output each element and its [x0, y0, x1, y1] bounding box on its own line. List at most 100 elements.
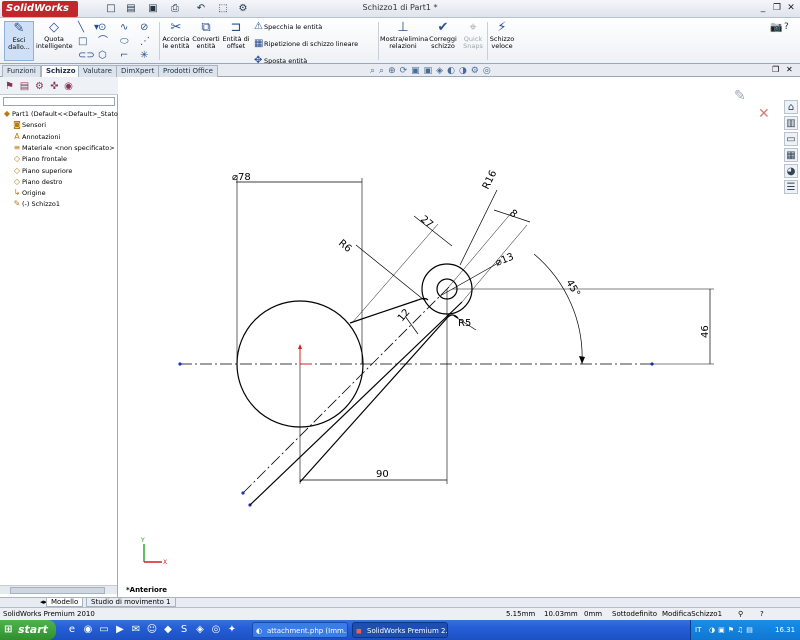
ellipse-icon[interactable]: ⬭: [120, 36, 129, 47]
exit-sketch-button[interactable]: ✎ Esci dallo...: [4, 21, 34, 61]
skype-icon[interactable]: S: [178, 624, 190, 636]
folder-icon[interactable]: ▭: [98, 624, 110, 636]
help-icon[interactable]: ?: [784, 22, 789, 32]
rapid-sketch-icon: ⚡: [497, 20, 507, 35]
smart-dimension-button[interactable]: ◇ Quota intelligente: [36, 21, 73, 50]
app3-icon[interactable]: ✦: [226, 624, 238, 636]
dimxpert-icon[interactable]: ✜: [48, 80, 61, 93]
status-rebuild-icon[interactable]: ⚲: [738, 608, 743, 620]
property-manager-icon[interactable]: ▤: [18, 80, 31, 93]
circle-icon[interactable]: ⊙: [98, 22, 106, 33]
point-dash-icon[interactable]: ⋰: [140, 36, 150, 47]
view-palette-icon[interactable]: ▦: [784, 148, 798, 162]
tab-dimxpert[interactable]: DimXpert: [116, 65, 160, 77]
status-help-icon[interactable]: ?: [760, 608, 764, 620]
close-ribbon-icon[interactable]: ✕: [786, 65, 793, 74]
linear-pattern-button[interactable]: ▦Ripetizione di schizzo lineare: [254, 38, 374, 49]
tray-icons[interactable]: ◑▣⚑♫▤: [709, 620, 756, 640]
app-icon[interactable]: ◈: [194, 624, 206, 636]
clock[interactable]: 16.31: [775, 620, 795, 640]
tree-item[interactable]: ≡ Materiale <non specificato>: [12, 142, 115, 153]
offset-entities-button[interactable]: ⊐ Entità di offset: [222, 21, 250, 50]
spline-icon[interactable]: ∿: [120, 22, 128, 33]
file-explorer-icon[interactable]: ▭: [784, 132, 798, 146]
appearances-icon[interactable]: ◕: [784, 164, 798, 178]
firefox-icon[interactable]: ◉: [82, 624, 94, 636]
tree-item[interactable]: ◙Sensori: [12, 119, 46, 130]
rapid-sketch-button[interactable]: ⚡ Schizzo veloce: [489, 21, 515, 50]
rectangle-icon[interactable]: □: [78, 36, 87, 47]
minimize-icon[interactable]: _: [756, 2, 770, 14]
quick-snaps-button[interactable]: ⌖ Quick Snaps: [460, 21, 486, 50]
start-button[interactable]: ⊞ start: [0, 620, 56, 640]
feature-tree-icon[interactable]: ⚑: [3, 80, 16, 93]
confirm-sketch-icon[interactable]: ✎: [734, 88, 746, 104]
app2-icon[interactable]: ◎: [210, 624, 222, 636]
tree-item[interactable]: A Annotazioni: [12, 131, 60, 142]
cancel-sketch-icon[interactable]: ✕: [758, 106, 770, 122]
dim-r5-text[interactable]: R5: [458, 318, 471, 329]
mirror-button[interactable]: ⚠Specchia le entità: [254, 21, 374, 32]
convert-entities-button[interactable]: ⧉ Converti entità: [192, 21, 220, 50]
slot-icon[interactable]: ⊂⊃: [78, 50, 95, 61]
pattern-icon: ▦: [254, 38, 264, 49]
mail-icon[interactable]: ✉: [130, 624, 142, 636]
tree-item[interactable]: ◇ Piano destro: [12, 176, 62, 187]
camera-icon[interactable]: 📷: [770, 22, 782, 33]
media-icon[interactable]: ▶: [114, 624, 126, 636]
display-relations-button[interactable]: ⊥ Mostra/elimina relazioni: [380, 21, 428, 50]
centerline-endpoint[interactable]: [178, 362, 182, 366]
arm-line-upper[interactable]: [299, 317, 448, 483]
polygon-icon[interactable]: ⬡: [98, 50, 107, 61]
trim-button[interactable]: ✂ Accorcia le entità: [161, 21, 191, 50]
centerline-endpoint[interactable]: [241, 491, 245, 495]
graphics-area[interactable]: ⌀78 R16 27 8 R6 ⌀13 45° 12 R5 46 90 ✎ ✕ …: [119, 77, 800, 597]
tab-funzioni[interactable]: Funzioni: [2, 65, 41, 77]
display-manager-icon[interactable]: ◉: [62, 80, 75, 93]
tree-filter-input[interactable]: [3, 97, 115, 106]
dim-r16-text[interactable]: R16: [481, 169, 500, 192]
dim-8-text[interactable]: 8: [507, 208, 519, 221]
line-icon[interactable]: ╲: [78, 22, 84, 33]
tab-valutare[interactable]: Valutare: [78, 65, 117, 77]
chat-icon[interactable]: ☺: [146, 624, 158, 636]
dim-46-text[interactable]: 46: [700, 325, 711, 338]
tab-prodotti-office[interactable]: Prodotti Office: [158, 65, 218, 77]
configuration-icon[interactable]: ⚙: [33, 80, 46, 93]
close-icon[interactable]: ✕: [784, 2, 798, 14]
home-icon[interactable]: ⌂: [784, 100, 798, 114]
tab-modello[interactable]: Modello: [46, 598, 84, 607]
custom-properties-icon[interactable]: ☰: [784, 180, 798, 194]
restore-ribbon-icon[interactable]: ❐: [772, 65, 779, 74]
fillet-icon[interactable]: ⌐: [120, 50, 128, 61]
dimension-arc-icon[interactable]: ⊘: [140, 22, 148, 33]
ie-icon[interactable]: e: [66, 624, 78, 636]
tree-item[interactable]: ↳ Origine: [12, 187, 46, 198]
dim-78-text[interactable]: ⌀78: [232, 172, 251, 183]
sw-quick-icon[interactable]: ◆: [162, 624, 174, 636]
tab-studio-movimento[interactable]: Studio di movimento 1: [86, 598, 176, 607]
tab-schizzo[interactable]: Schizzo: [41, 65, 81, 77]
tree-item[interactable]: ◆ Part1 (Default<<Default>_Stato: [2, 108, 118, 119]
repair-sketch-button[interactable]: ✔ Correggi schizzo: [428, 21, 458, 50]
task-solidworks-window[interactable]: ◼ SolidWorks Premium 2...: [352, 622, 448, 638]
angled-centerline: [242, 286, 450, 494]
panel-horizontal-scrollbar[interactable]: [0, 585, 117, 594]
point-icon[interactable]: ✳: [140, 50, 148, 61]
language-indicator[interactable]: IT: [695, 620, 701, 640]
tree-item[interactable]: ◇ Piano frontale: [12, 153, 67, 164]
tree-item[interactable]: ✎ (-) Schizzo1: [12, 198, 60, 209]
dim-13-text[interactable]: ⌀13: [494, 252, 516, 269]
tree-item[interactable]: ◇ Piano superiore: [12, 165, 72, 176]
dim-12-text[interactable]: 12: [396, 307, 413, 324]
arc-icon[interactable]: ⌒: [98, 36, 108, 47]
restore-icon[interactable]: ❐: [770, 2, 784, 14]
dim-90-text[interactable]: 90: [376, 469, 389, 480]
dim-27-text[interactable]: 27: [418, 214, 435, 231]
dim-45-text[interactable]: 45°: [563, 278, 581, 299]
dim-r6-text[interactable]: R6: [336, 238, 353, 255]
arm-line-lower[interactable]: [249, 301, 463, 506]
scrollbar-thumb[interactable]: [10, 587, 105, 594]
design-library-icon[interactable]: ▥: [784, 116, 798, 130]
task-attachment-window[interactable]: ◐ attachment.php (Imm...: [252, 622, 348, 638]
